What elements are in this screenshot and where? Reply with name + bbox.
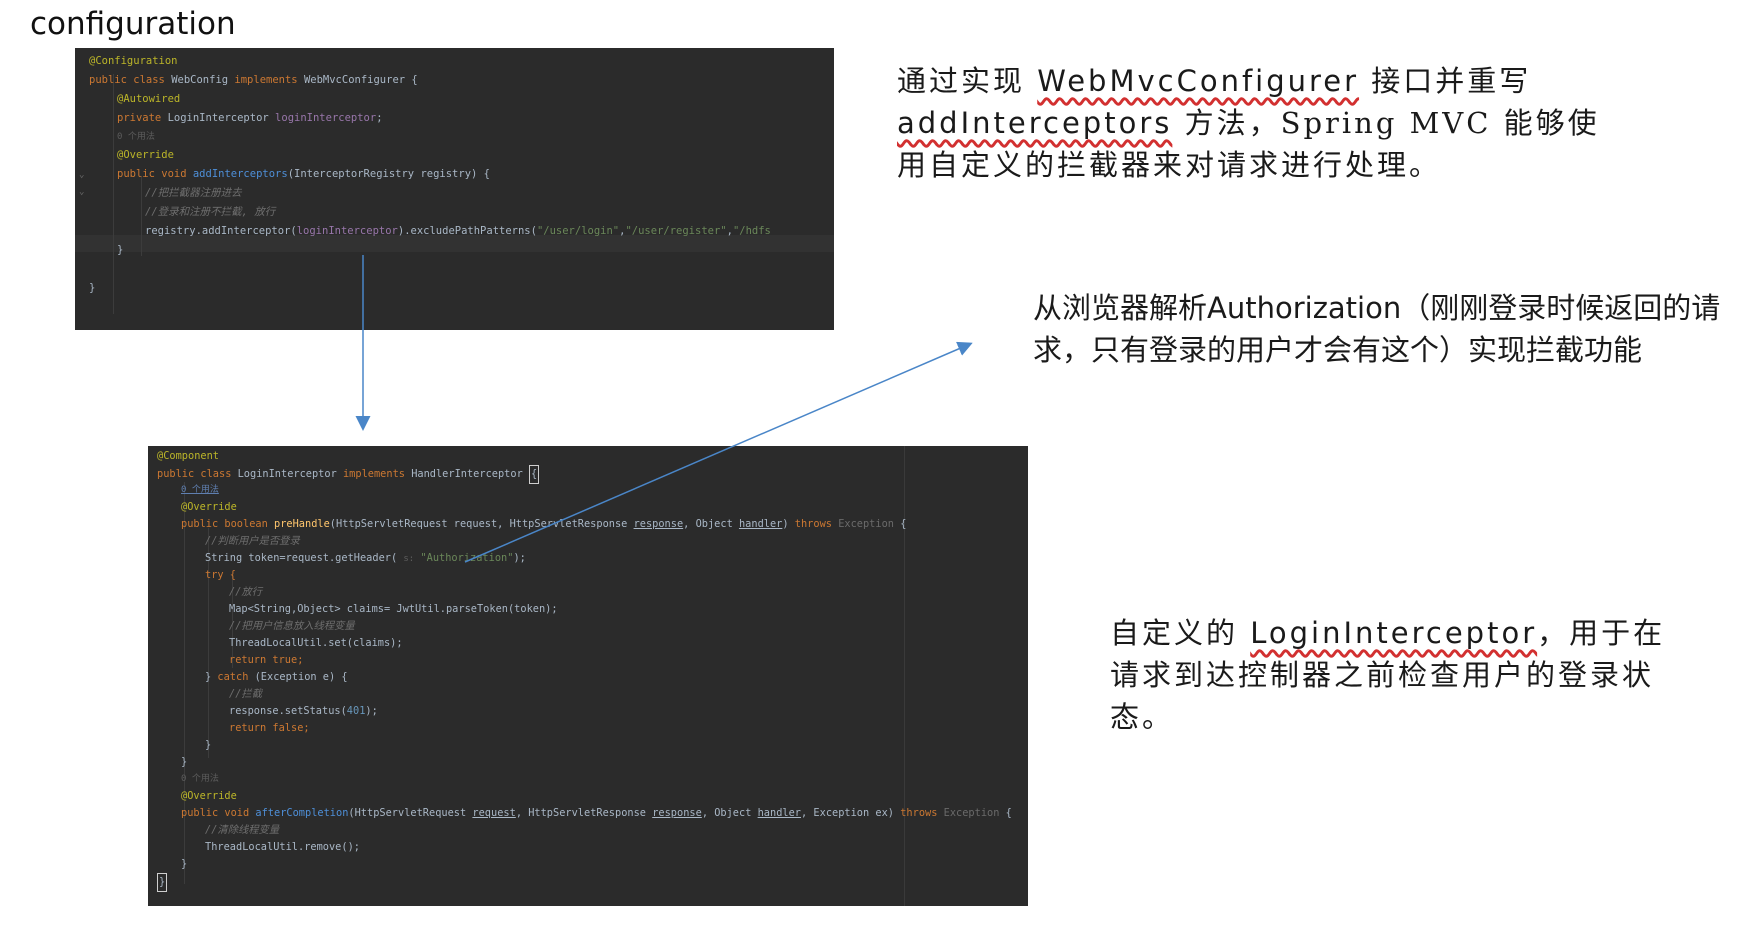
code-line: return false;	[229, 722, 310, 734]
code-line: }	[117, 244, 124, 256]
code-line: public boolean preHandle(HttpServletRequ…	[181, 518, 907, 530]
code-line: public class WebConfig implements WebMvc…	[89, 74, 418, 86]
code-line: @Configuration	[89, 55, 178, 67]
code-line: public class LoginInterceptor implements…	[157, 465, 540, 484]
code-comment: //把用户信息放入线程变量	[229, 620, 355, 632]
right-margin-guide	[904, 446, 905, 906]
code-comment: //清除线程变量	[205, 824, 280, 836]
code-token: public class	[89, 74, 172, 86]
code-line: response.setStatus(401);	[229, 705, 378, 717]
code-line: }	[89, 282, 96, 294]
login-interceptor-code-panel: @Component public class LoginInterceptor…	[148, 446, 1028, 906]
code-comment: //放行	[229, 586, 262, 598]
code-line: @Autowired	[117, 93, 181, 105]
code-line: String token=request.getHeader( s: "Auth…	[205, 552, 526, 564]
note-webmvcconfigurer: 通过实现 WebMvcConfigurer 接口并重写addIntercepto…	[897, 64, 1600, 182]
code-line: ThreadLocalUtil.remove();	[205, 841, 360, 853]
indent-guide	[113, 74, 114, 314]
usage-hint: 0 个用法	[117, 132, 155, 142]
code-comment: //拦截	[229, 688, 262, 700]
code-line: private LoginInterceptor loginIntercepto…	[117, 112, 383, 124]
code-line: } catch (Exception e) {	[205, 671, 348, 683]
note-logininterceptor: 自定义的 LoginInterceptor，用于在请求到达控制器之前检查用户的登…	[1110, 616, 1666, 734]
page-title: configuration	[30, 6, 236, 42]
fold-icon[interactable]: ⌄	[79, 170, 84, 180]
code-line: Map<String,Object> claims= JwtUtil.parse…	[229, 603, 558, 615]
code-line: @Override	[181, 501, 237, 513]
code-line: }	[181, 756, 188, 768]
code-comment: //把拦截器注册进去	[145, 187, 242, 199]
code-line: }	[181, 858, 188, 870]
code-line: ThreadLocalUtil.set(claims);	[229, 637, 403, 649]
code-comment: //登录和注册不拦截, 放行	[145, 206, 276, 218]
indent-guide	[184, 482, 185, 884]
code-line: public void addInterceptors(InterceptorR…	[117, 168, 490, 180]
indent-guide	[141, 176, 142, 256]
code-line: registry.addInterceptor(loginInterceptor…	[145, 225, 771, 237]
code-line: @Override	[117, 149, 174, 161]
code-line: @Component	[157, 450, 219, 462]
code-line: return true;	[229, 654, 304, 666]
code-line: }	[205, 739, 212, 751]
usage-hint[interactable]: 0 个用法	[181, 482, 219, 499]
note-authorization: 从浏览器解析Authorization（刚刚登录时候返回的请求，只有登录的用户才…	[1033, 291, 1721, 367]
code-line: }	[157, 873, 168, 892]
code-line: try {	[205, 569, 236, 581]
cursor-brace: }	[157, 873, 168, 892]
code-line: @Override	[181, 790, 237, 802]
usage-hint: 0 个用法	[181, 774, 219, 784]
code-comment: //判断用户是否登录	[205, 535, 300, 547]
fold-icon[interactable]: ⌄	[79, 187, 84, 197]
code-line: public void afterCompletion(HttpServletR…	[181, 807, 1012, 819]
webconfig-code-panel: ⌄ ⌄ @Configuration public class WebConfi…	[75, 48, 834, 330]
cursor-brace: {	[528, 465, 540, 484]
